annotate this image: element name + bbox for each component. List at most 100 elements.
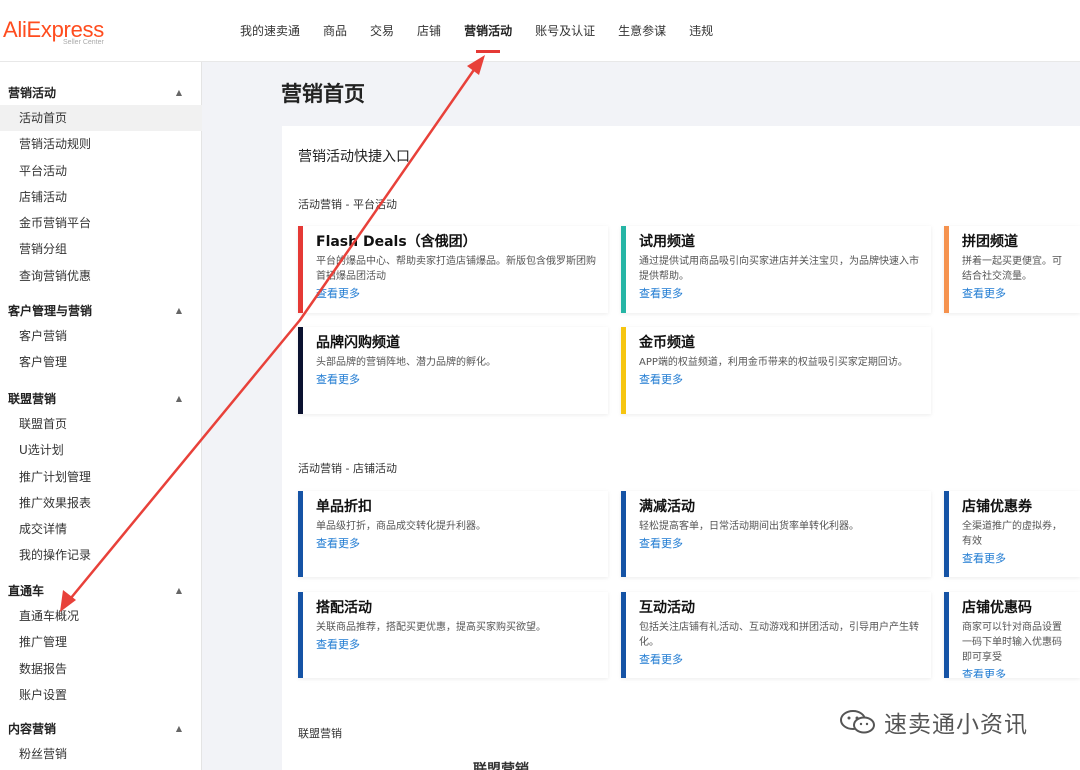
see-more-link[interactable]: 查看更多 — [962, 667, 1068, 678]
nav-item-3[interactable]: 店铺 — [417, 0, 441, 62]
nav-item-0[interactable]: 我的速卖通 — [240, 0, 300, 62]
see-more-link[interactable]: 查看更多 — [316, 286, 596, 301]
sidebar-item[interactable]: 金币营销平台 — [0, 210, 202, 236]
see-more-link[interactable]: 查看更多 — [962, 286, 1068, 301]
sidebar-group-header[interactable]: 联盟营销 ▲ — [0, 385, 202, 411]
sidebar-group-title: 内容营销 — [8, 721, 57, 736]
section-title-store: 活动营销 - 店铺活动 — [298, 462, 397, 475]
collapse-caret-icon[interactable]: ▲ — [176, 394, 182, 403]
sidebar-item[interactable]: 平台活动 — [0, 158, 202, 184]
card-description: 关联商品推荐，搭配买更优惠，提高买家购买欲望。 — [316, 622, 546, 633]
nav-item-2[interactable]: 交易 — [370, 0, 394, 62]
sidebar-item[interactable]: 查询营销优惠 — [0, 263, 202, 289]
card-description: 单品级打折，商品成交转化提升利器。 — [316, 521, 486, 532]
activity-card[interactable]: 品牌闪购频道头部品牌的营销阵地、潜力品牌的孵化。查看更多 — [298, 327, 608, 414]
card-title: 互动活动 — [639, 600, 695, 616]
sidebar-group-title: 客户管理与营销 — [8, 303, 93, 318]
quick-entry-panel: 营销活动快捷入口 活动营销 - 平台活动 活动营销 - 店铺活动 联盟营销 联盟… — [282, 126, 1080, 770]
sidebar-group-title: 联盟营销 — [8, 391, 57, 406]
sidebar-item[interactable]: 店铺活动 — [0, 184, 202, 210]
section-title-affiliate: 联盟营销 — [298, 727, 342, 740]
nav-item-1[interactable]: 商品 — [323, 0, 347, 62]
sidebar-group-header[interactable]: 客户管理与营销 ▲ — [0, 297, 202, 323]
card-title: 拼团频道 — [962, 234, 1018, 250]
sidebar-item[interactable]: 推广计划管理 — [0, 464, 202, 490]
sidebar-group: 直通车 ▲ 直通车概况 推广管理 数据报告 账户设置 — [0, 577, 202, 708]
sidebar-item[interactable]: 客户管理 — [0, 349, 202, 375]
sidebar-group-title: 营销活动 — [8, 85, 57, 100]
nav-item-5[interactable]: 账号及认证 — [535, 0, 595, 62]
activity-card[interactable]: 店铺优惠码 商家可以针对商品设置一码下单时输入优惠码即可享受 查看更多 — [944, 592, 1080, 678]
top-navigation-bar: AliExpress Seller Center 我的速卖通 商品 交易 店铺 营销活动… — [0, 0, 1080, 62]
card-description: 全渠道推广的虚拟券，有效 — [962, 521, 1062, 547]
sidebar-item[interactable]: 营销分组 — [0, 236, 202, 262]
sidebar-group-header[interactable]: 营销活动 ▲ — [0, 79, 202, 105]
sidebar-item[interactable]: 推广效果报表 — [0, 490, 202, 516]
sidebar-item[interactable]: 成交详情 — [0, 516, 202, 542]
card-title: 金币频道 — [639, 335, 695, 351]
main-nav: 我的速卖通 商品 交易 店铺 营销活动 账号及认证 生意参谋 违规 — [240, 0, 736, 62]
activity-card[interactable]: 试用频道通过提供试用商品吸引向买家进店并关注宝贝，为品牌快速入市提供帮助。查看更… — [621, 226, 931, 313]
activity-card[interactable]: 互动活动 包括关注店铺有礼活动、互动游戏和拼团活动，引导用户产生转化。 查看更多 — [621, 592, 931, 678]
sidebar-group-title: 直通车 — [8, 583, 45, 598]
collapse-caret-icon[interactable]: ▲ — [176, 88, 182, 97]
card-description: 通过提供试用商品吸引向买家进店并关注宝贝，为品牌快速入市提供帮助。 — [639, 256, 919, 282]
sidebar-item[interactable]: 推广管理 — [0, 629, 202, 655]
card-title: 试用频道 — [639, 234, 695, 250]
card-title: 满减活动 — [639, 499, 695, 515]
see-more-link[interactable]: 查看更多 — [639, 652, 919, 667]
see-more-link[interactable]: 查看更多 — [316, 637, 596, 652]
sidebar-item[interactable]: 营销活动规则 — [0, 131, 202, 157]
see-more-link[interactable]: 查看更多 — [639, 286, 919, 301]
sidebar: 营销活动 ▲ 活动首页 营销活动规则 平台活动 店铺活动 金币营销平台 营销分组 查询营销优惠客… — [0, 62, 202, 770]
sidebar-item[interactable]: 账户设置 — [0, 682, 202, 708]
collapse-caret-icon[interactable]: ▲ — [176, 724, 182, 733]
activity-card[interactable]: 满减活动轻松提高客单，日常活动期间出货率单转化利器。查看更多 — [621, 491, 931, 577]
card-description: 平台的爆品中心、帮助卖家打造店铺爆品。新版包含俄罗斯团购首招爆品团活动 — [316, 256, 596, 282]
sidebar-item[interactable]: 联盟首页 — [0, 411, 202, 437]
sidebar-group: 内容营销 ▲ 粉丝营销 — [0, 715, 202, 767]
sidebar-item[interactable]: 数据报告 — [0, 656, 202, 682]
card-description: APP端的权益频道，利用金币带来的权益吸引买家定期回访。 — [639, 357, 908, 368]
activity-card[interactable]: 店铺优惠券 全渠道推广的虚拟券，有效 查看更多 — [944, 491, 1080, 577]
card-title: 店铺优惠码 — [962, 600, 1032, 616]
see-more-link[interactable]: 查看更多 — [962, 551, 1068, 566]
wechat-icon — [840, 710, 875, 734]
collapse-caret-icon[interactable]: ▲ — [176, 586, 182, 595]
aliexpress-logo[interactable]: AliExpress Seller Center — [3, 18, 104, 47]
nav-item-6[interactable]: 生意参谋 — [618, 0, 666, 62]
sidebar-item[interactable]: U选计划 — [0, 437, 202, 463]
see-more-link[interactable]: 查看更多 — [639, 536, 919, 551]
panel-title: 营销活动快捷入口 — [298, 149, 410, 165]
activity-card[interactable]: 拼团频道 拼着一起买更便宜。可结合社交流量。 查看更多 — [944, 226, 1080, 313]
sidebar-item[interactable]: 活动首页 — [0, 105, 202, 132]
sidebar-group: 营销活动 ▲ 活动首页 营销活动规则 平台活动 店铺活动 金币营销平台 营销分组 查询营销优惠 — [0, 79, 202, 289]
nav-item-4[interactable]: 营销活动 — [464, 0, 512, 62]
activity-card[interactable]: 金币频道 APP端的权益频道，利用金币带来的权益吸引买家定期回访。查看更多 — [621, 327, 931, 414]
sidebar-item[interactable]: 我的操作记录 — [0, 542, 202, 568]
page-title: 营销首页 — [281, 82, 365, 106]
sidebar-group-header[interactable]: 内容营销 ▲ — [0, 715, 202, 741]
sidebar-group-header[interactable]: 直通车 ▲ — [0, 577, 202, 603]
see-more-link[interactable]: 查看更多 — [639, 372, 919, 387]
activity-card[interactable]: 单品折扣单品级打折，商品成交转化提升利器。查看更多 — [298, 491, 608, 577]
see-more-link[interactable]: 查看更多 — [316, 372, 596, 387]
card-title: 联盟营销 — [473, 762, 529, 770]
activity-card[interactable]: 搭配活动关联商品推荐，搭配买更优惠，提高买家购买欲望。查看更多 — [298, 592, 608, 678]
card-description: 轻松提高客单，日常活动期间出货率单转化利器。 — [639, 521, 859, 532]
affiliate-card-partial[interactable]: 联盟营销 — [298, 754, 608, 770]
card-description: 头部品牌的营销阵地、潜力品牌的孵化。 — [316, 357, 496, 368]
see-more-link[interactable]: 查看更多 — [316, 536, 596, 551]
nav-item-7[interactable]: 违规 — [689, 0, 713, 62]
card-title: 单品折扣 — [316, 499, 372, 515]
card-title: 搭配活动 — [316, 600, 372, 616]
activity-card[interactable]: Flash Deals（含俄团） 平台的爆品中心、帮助卖家打造店铺爆品。新版包含俄… — [298, 226, 608, 313]
sidebar-group: 客户管理与营销 ▲ 客户营销 客户管理 — [0, 297, 202, 376]
collapse-caret-icon[interactable]: ▲ — [176, 306, 182, 315]
card-title: 品牌闪购频道 — [316, 335, 400, 351]
sidebar-item[interactable]: 客户营销 — [0, 323, 202, 349]
sidebar-item[interactable]: 粉丝营销 — [0, 741, 202, 767]
sidebar-item[interactable]: 直通车概况 — [0, 603, 202, 629]
sidebar-group: 联盟营销 ▲ 联盟首页 U选计划 推广计划管理 推广效果报表 成交详情 我的操作记录 — [0, 385, 202, 569]
section-title-platform: 活动营销 - 平台活动 — [298, 198, 397, 211]
